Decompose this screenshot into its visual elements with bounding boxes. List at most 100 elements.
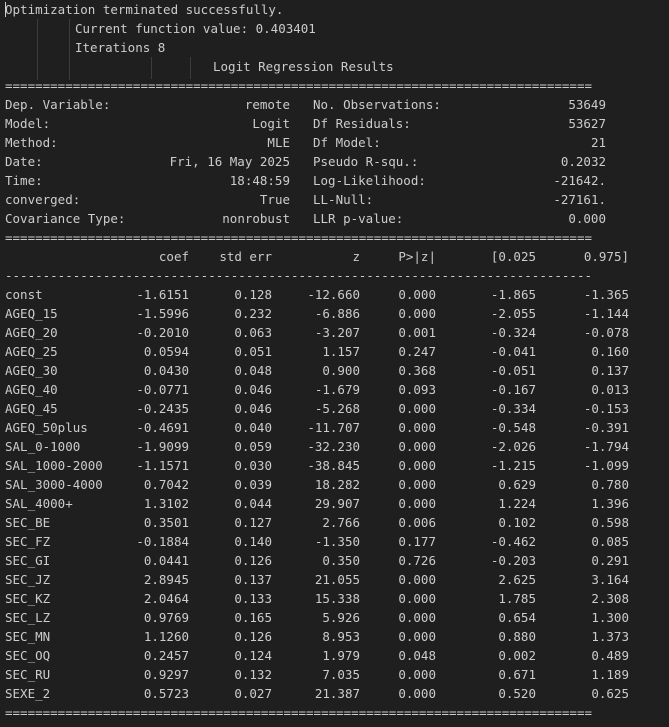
- table-cell-se: 0.048: [234, 363, 272, 378]
- variable-name: SAL_4000+: [5, 496, 73, 511]
- summary-left-value: nonrobust: [222, 211, 290, 226]
- table-cell-p: 0.000: [398, 287, 436, 302]
- summary-right-value: -21642.: [553, 173, 606, 188]
- summary-left-key: Covariance Type:: [5, 211, 126, 226]
- table-cell-se: 0.040: [234, 420, 272, 435]
- column-header-row: coef std err z P>|z| [0.025 0.975]: [0, 247, 669, 266]
- summary-right-key: No. Observations:: [313, 97, 441, 112]
- summary-right-value: 53627: [568, 116, 606, 131]
- table-cell-coef: 0.9297: [143, 667, 189, 682]
- table-cell-lo: -0.462: [490, 534, 536, 549]
- table-cell-z: 8.953: [322, 629, 360, 644]
- table-cell-p: 0.177: [398, 534, 436, 549]
- double-rule: ========================================…: [5, 78, 592, 93]
- table-cell-lo: 0.654: [498, 610, 536, 625]
- variable-name: AGEQ_25: [5, 344, 58, 359]
- summary-right-value: 21: [590, 135, 606, 150]
- variable-name: SEXE_2: [5, 686, 51, 701]
- summary-left-value: MLE: [267, 135, 290, 150]
- summary-right-key: Log-Likelihood:: [313, 173, 426, 188]
- variable-name: SEC_GI: [5, 553, 51, 568]
- table-cell-z: -32.230: [307, 439, 360, 454]
- variable-name: AGEQ_15: [5, 306, 58, 321]
- variable-name: const: [5, 287, 43, 302]
- table-cell-lo: -0.324: [490, 325, 536, 340]
- table-cell-hi: 1.396: [591, 496, 629, 511]
- table-cell-se: 0.132: [234, 667, 272, 682]
- table-cell-lo: 0.671: [498, 667, 536, 682]
- table-cell-coef: -0.2435: [136, 401, 189, 416]
- table-cell-se: 0.027: [234, 686, 272, 701]
- variable-name: AGEQ_20: [5, 325, 58, 340]
- variable-name: SEC_BE: [5, 515, 51, 530]
- table-cell-z: 0.900: [322, 363, 360, 378]
- table-cell-lo: -0.548: [490, 420, 536, 435]
- summary-left-value: Fri, 16 May 2025: [169, 154, 290, 169]
- indent-guide: [37, 19, 38, 80]
- table-cell-lo: 0.880: [498, 629, 536, 644]
- table-cell-coef: 0.0594: [143, 344, 189, 359]
- summary-right-key: LL-Null:: [313, 192, 374, 207]
- table-cell-lo: 0.002: [498, 648, 536, 663]
- summary-row: Model: Logit Df Residuals: 53627: [0, 114, 669, 133]
- table-cell-se: 0.051: [234, 344, 272, 359]
- summary-left-key: converged:: [5, 192, 81, 207]
- iterations-line: Iterations 8: [75, 40, 166, 55]
- table-cell-lo: 2.625: [498, 572, 536, 587]
- table-cell-p: 0.006: [398, 515, 436, 530]
- table-cell-hi: 0.625: [591, 686, 629, 701]
- column-header: 0.975]: [583, 249, 629, 264]
- table-cell-lo: -0.167: [490, 382, 536, 397]
- table-cell-z: 21.055: [314, 572, 360, 587]
- table-row: SAL_4000+ 1.3102 0.044 29.907 0.000 1.224 1.39…: [0, 494, 669, 513]
- table-cell-coef: -0.1884: [136, 534, 189, 549]
- table-row: SEC_MN 1.1260 0.126 8.953 0.000 0.880 1.373: [0, 627, 669, 646]
- table-cell-se: 0.232: [234, 306, 272, 321]
- summary-right-value: 0.2032: [560, 154, 606, 169]
- table-cell-lo: 0.102: [498, 515, 536, 530]
- table-cell-hi: 0.598: [591, 515, 629, 530]
- table-cell-z: 5.926: [322, 610, 360, 625]
- table-cell-z: -1.350: [314, 534, 360, 549]
- table-row: SAL_3000-4000 0.7042 0.039 18.282 0.000 0.629…: [0, 475, 669, 494]
- table-cell-hi: -0.078: [583, 325, 629, 340]
- table-cell-lo: -2.055: [490, 306, 536, 321]
- table-cell-se: 0.128: [234, 287, 272, 302]
- table-cell-lo: 1.224: [498, 496, 536, 511]
- column-header: coef: [158, 249, 189, 264]
- table-cell-hi: 0.489: [591, 648, 629, 663]
- table-cell-p: 0.000: [398, 477, 436, 492]
- summary-left-value: Logit: [252, 116, 290, 131]
- summary-right-key: Df Model:: [313, 135, 381, 150]
- table-cell-hi: 3.164: [591, 572, 629, 587]
- table-cell-lo: -1.215: [490, 458, 536, 473]
- summary-row: Method: MLE Df Model: 21: [0, 133, 669, 152]
- table-cell-z: 18.282: [314, 477, 360, 492]
- summary-left-key: Model:: [5, 116, 51, 131]
- table-cell-se: 0.044: [234, 496, 272, 511]
- table-row: AGEQ_30 0.0430 0.048 0.900 0.368 -0.051 0.137: [0, 361, 669, 380]
- table-cell-z: 29.907: [314, 496, 360, 511]
- column-header: z: [352, 249, 360, 264]
- table-row: SEC_FZ -0.1884 0.140 -1.350 0.177 -0.462 0.085: [0, 532, 669, 551]
- table-cell-se: 0.046: [234, 401, 272, 416]
- table-cell-hi: 0.137: [591, 363, 629, 378]
- table-cell-lo: -0.334: [490, 401, 536, 416]
- table-cell-p: 0.000: [398, 572, 436, 587]
- table-cell-p: 0.000: [398, 629, 436, 644]
- table-cell-hi: 2.308: [591, 591, 629, 606]
- variable-name: SEC_FZ: [5, 534, 51, 549]
- table-cell-se: 0.124: [234, 648, 272, 663]
- table-row: SEC_JZ 2.8945 0.137 21.055 0.000 2.625 3.164: [0, 570, 669, 589]
- table-cell-se: 0.030: [234, 458, 272, 473]
- table-cell-p: 0.000: [398, 610, 436, 625]
- table-row: const -1.6151 0.128 -12.660 0.000 -1.865 -1.36…: [0, 285, 669, 304]
- table-cell-hi: 0.291: [591, 553, 629, 568]
- table-row: SAL_0-1000 -1.9099 0.059 -32.230 0.000 -2.026…: [0, 437, 669, 456]
- table-cell-se: 0.059: [234, 439, 272, 454]
- table-cell-hi: 1.373: [591, 629, 629, 644]
- table-cell-se: 0.137: [234, 572, 272, 587]
- table-cell-coef: -1.5996: [136, 306, 189, 321]
- table-row: AGEQ_20 -0.2010 0.063 -3.207 0.001 -0.324 -0.0…: [0, 323, 669, 342]
- table-cell-z: -11.707: [307, 420, 360, 435]
